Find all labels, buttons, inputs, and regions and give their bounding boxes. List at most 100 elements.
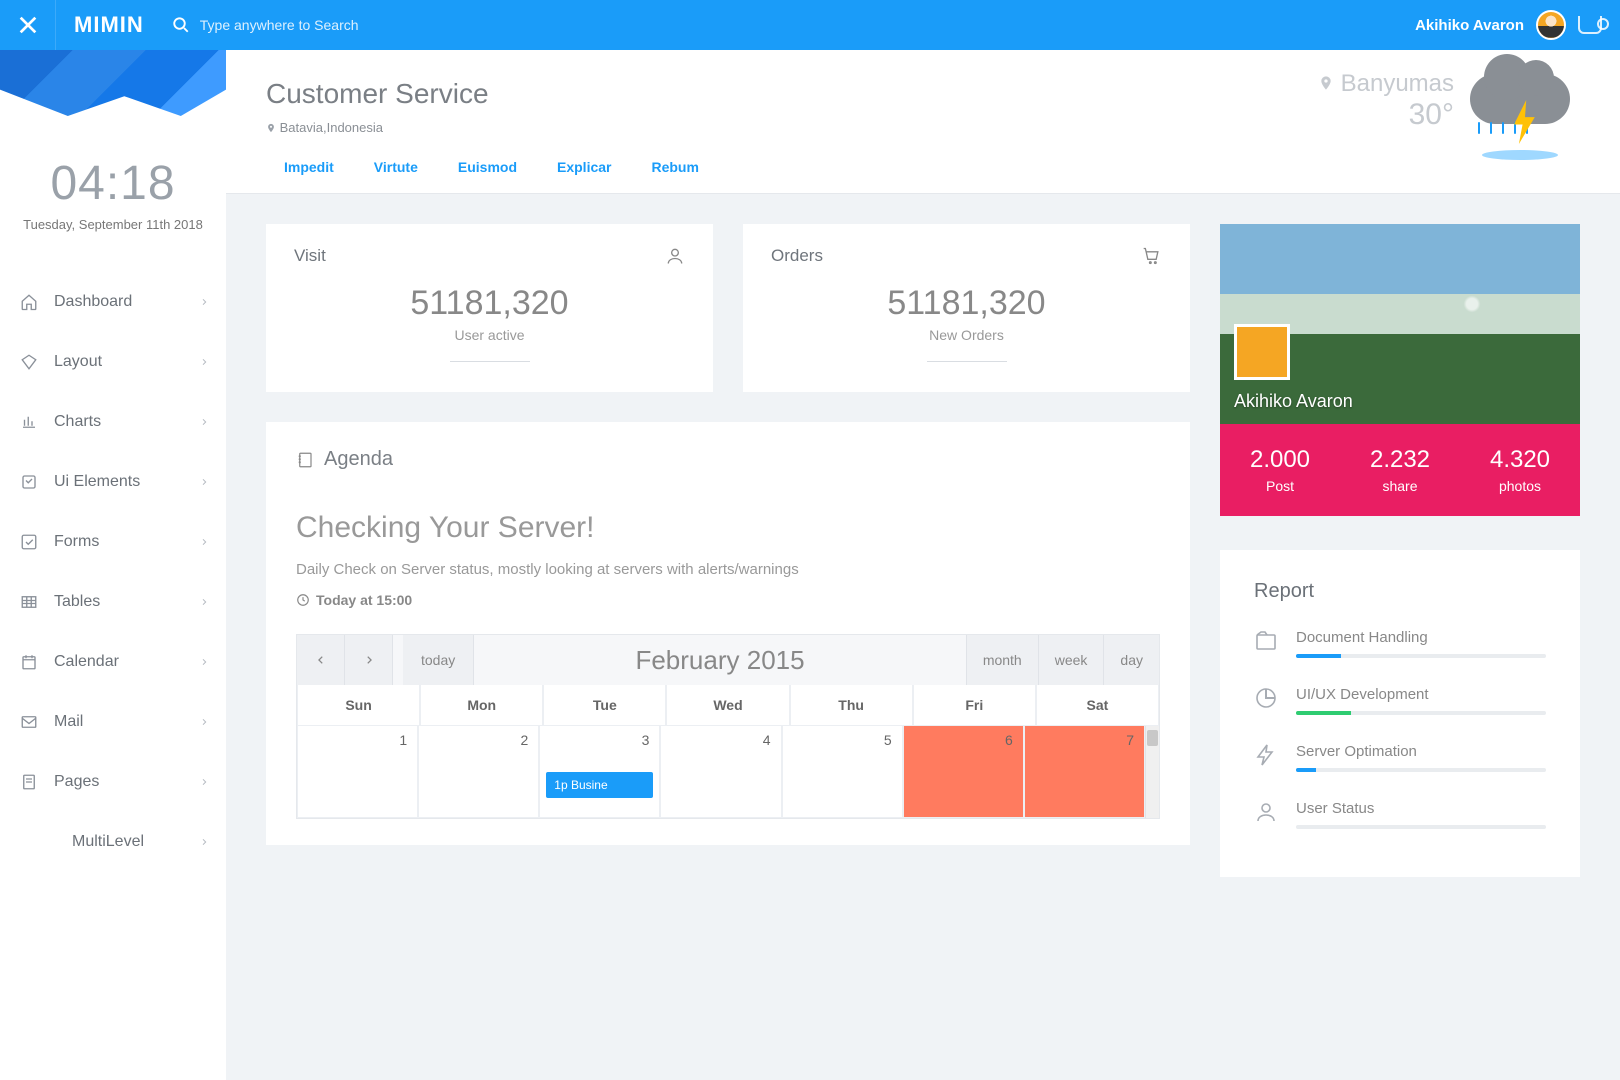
visit-sub: User active — [294, 327, 685, 343]
profile-card: Akihiko Avaron 2.000Post2.232share4.320p… — [1220, 224, 1580, 516]
report-progress — [1296, 711, 1546, 715]
calendar-cell[interactable]: 6 — [903, 726, 1024, 818]
chevron-right-icon — [200, 296, 208, 308]
sidebar-item-calendar[interactable]: Calendar — [0, 632, 226, 692]
calendar-cell[interactable]: 1 — [297, 726, 418, 818]
sidebar-item-label: Forms — [54, 533, 200, 551]
tab-explicar[interactable]: Explicar — [557, 159, 611, 175]
report-label: Document Handling — [1296, 629, 1546, 646]
sidebar-item-multilevel[interactable]: MultiLevel — [0, 812, 226, 872]
main-content: Customer Service Batavia,Indonesia Imped… — [226, 50, 1620, 1080]
avatar[interactable] — [1536, 10, 1566, 40]
weather-temp: 30° — [1318, 98, 1454, 132]
topbar-username[interactable]: Akihiko Avaron — [1415, 17, 1524, 34]
orders-card: Orders 51181,320 New Orders — [743, 224, 1190, 392]
global-search[interactable] — [172, 16, 1415, 34]
chevron-right-icon — [200, 836, 208, 848]
calendar-day-header: Wed — [666, 685, 789, 726]
calendar-day-header: Thu — [790, 685, 913, 726]
agenda-desc: Daily Check on Server status, mostly loo… — [296, 561, 1160, 578]
sidebar-item-charts[interactable]: Charts — [0, 392, 226, 452]
calendar-next-button[interactable] — [345, 635, 393, 685]
calendar-cell[interactable]: 4 — [660, 726, 781, 818]
calendar-cell[interactable]: 3 1p Busine — [539, 726, 660, 818]
orders-value: 51181,320 — [771, 284, 1162, 323]
sidebar-item-dashboard[interactable]: Dashboard — [0, 272, 226, 332]
calendar-view-week[interactable]: week — [1038, 635, 1104, 685]
report-progress — [1296, 825, 1546, 829]
report-title: Report — [1254, 580, 1546, 603]
pages-icon — [18, 773, 40, 791]
calendar-daynum: 7 — [1126, 732, 1134, 748]
calendar-scrollbar[interactable] — [1145, 726, 1159, 818]
calendar-cell[interactable]: 7 — [1024, 726, 1145, 818]
chevron-right-icon — [200, 596, 208, 608]
calendar-today-button[interactable]: today — [403, 635, 474, 685]
profile-stats: 2.000Post2.232share4.320photos — [1220, 424, 1580, 516]
calendar-daynum: 6 — [1005, 732, 1013, 748]
sidebar-item-pages[interactable]: Pages — [0, 752, 226, 812]
tab-rebum[interactable]: Rebum — [651, 159, 698, 175]
sidebar-item-tables[interactable]: Tables — [0, 572, 226, 632]
topbar: MIMIN Akihiko Avaron — [0, 0, 1620, 50]
tab-impedit[interactable]: Impedit — [284, 159, 334, 175]
sidebar-item-ui-elements[interactable]: Ui Elements — [0, 452, 226, 512]
calendar-cell[interactable]: 2 — [418, 726, 539, 818]
menu-close-button[interactable] — [0, 0, 56, 50]
clock-date: Tuesday, September 11th 2018 — [10, 217, 216, 232]
profile-stat: 4.320photos — [1460, 446, 1580, 494]
profile-stat-value: 4.320 — [1460, 446, 1580, 474]
calendar-day-header: Mon — [420, 685, 543, 726]
report-label: Server Optimation — [1296, 743, 1546, 760]
coffee-icon[interactable] — [1578, 16, 1602, 34]
calendar-daynum: 3 — [642, 732, 650, 748]
cart-icon — [1142, 246, 1162, 266]
agenda-when: Today at 15:00 — [296, 592, 1160, 608]
report-progress — [1296, 654, 1546, 658]
report-icon — [1254, 629, 1280, 653]
search-icon — [172, 16, 190, 34]
chevron-right-icon — [200, 536, 208, 548]
chevron-right-icon — [200, 776, 208, 788]
calendar-cell[interactable]: 5 — [782, 726, 903, 818]
profile-stat-label: share — [1340, 478, 1460, 494]
profile-stat: 2.232 share — [1340, 446, 1460, 494]
search-input[interactable] — [200, 17, 600, 33]
tab-virtute[interactable]: Virtute — [374, 159, 418, 175]
calendar-view-month[interactable]: month — [966, 635, 1038, 685]
chevron-right-icon — [200, 656, 208, 668]
agenda-heading: Checking Your Server! — [296, 511, 1160, 545]
report-card: Report Document Handling UI/UX Developme… — [1220, 550, 1580, 877]
sidebar-item-layout[interactable]: Layout — [0, 332, 226, 392]
sidebar-item-forms[interactable]: Forms — [0, 512, 226, 572]
visit-value: 51181,320 — [294, 284, 685, 323]
calendar-event[interactable]: 1p Busine — [546, 772, 653, 798]
tab-euismod[interactable]: Euismod — [458, 159, 517, 175]
visit-card: Visit 51181,320 User active — [266, 224, 713, 392]
orders-title: Orders — [771, 246, 823, 266]
agenda-icon — [296, 450, 314, 470]
sidebar: 04:18 Tuesday, September 11th 2018 Dashb… — [0, 50, 226, 1080]
sidebar-item-label: Mail — [54, 713, 200, 731]
visit-title: Visit — [294, 246, 326, 266]
lightning-icon — [1510, 100, 1540, 144]
calendar-prev-button[interactable] — [297, 635, 345, 685]
agenda-card: Agenda Checking Your Server! Daily Check… — [266, 422, 1190, 845]
sidebar-item-label: Pages — [54, 773, 200, 791]
calendar-daynum: 2 — [520, 732, 528, 748]
sidebar-item-label: Charts — [54, 413, 200, 431]
chevron-right-icon — [200, 476, 208, 488]
sidebar-item-mail[interactable]: Mail — [0, 692, 226, 752]
calendar-day-header: Sat — [1036, 685, 1159, 726]
profile-name: Akihiko Avaron — [1234, 391, 1353, 412]
report-icon — [1254, 743, 1280, 767]
report-label: User Status — [1296, 800, 1546, 817]
profile-stat-value: 2.232 — [1340, 446, 1460, 474]
calendar-daynum: 4 — [763, 732, 771, 748]
calendar-view-day[interactable]: day — [1103, 635, 1159, 685]
profile-cover: Akihiko Avaron — [1220, 224, 1580, 424]
orders-sub: New Orders — [771, 327, 1162, 343]
profile-avatar[interactable] — [1234, 324, 1290, 380]
check-icon — [18, 533, 40, 551]
clock-icon — [296, 593, 310, 607]
